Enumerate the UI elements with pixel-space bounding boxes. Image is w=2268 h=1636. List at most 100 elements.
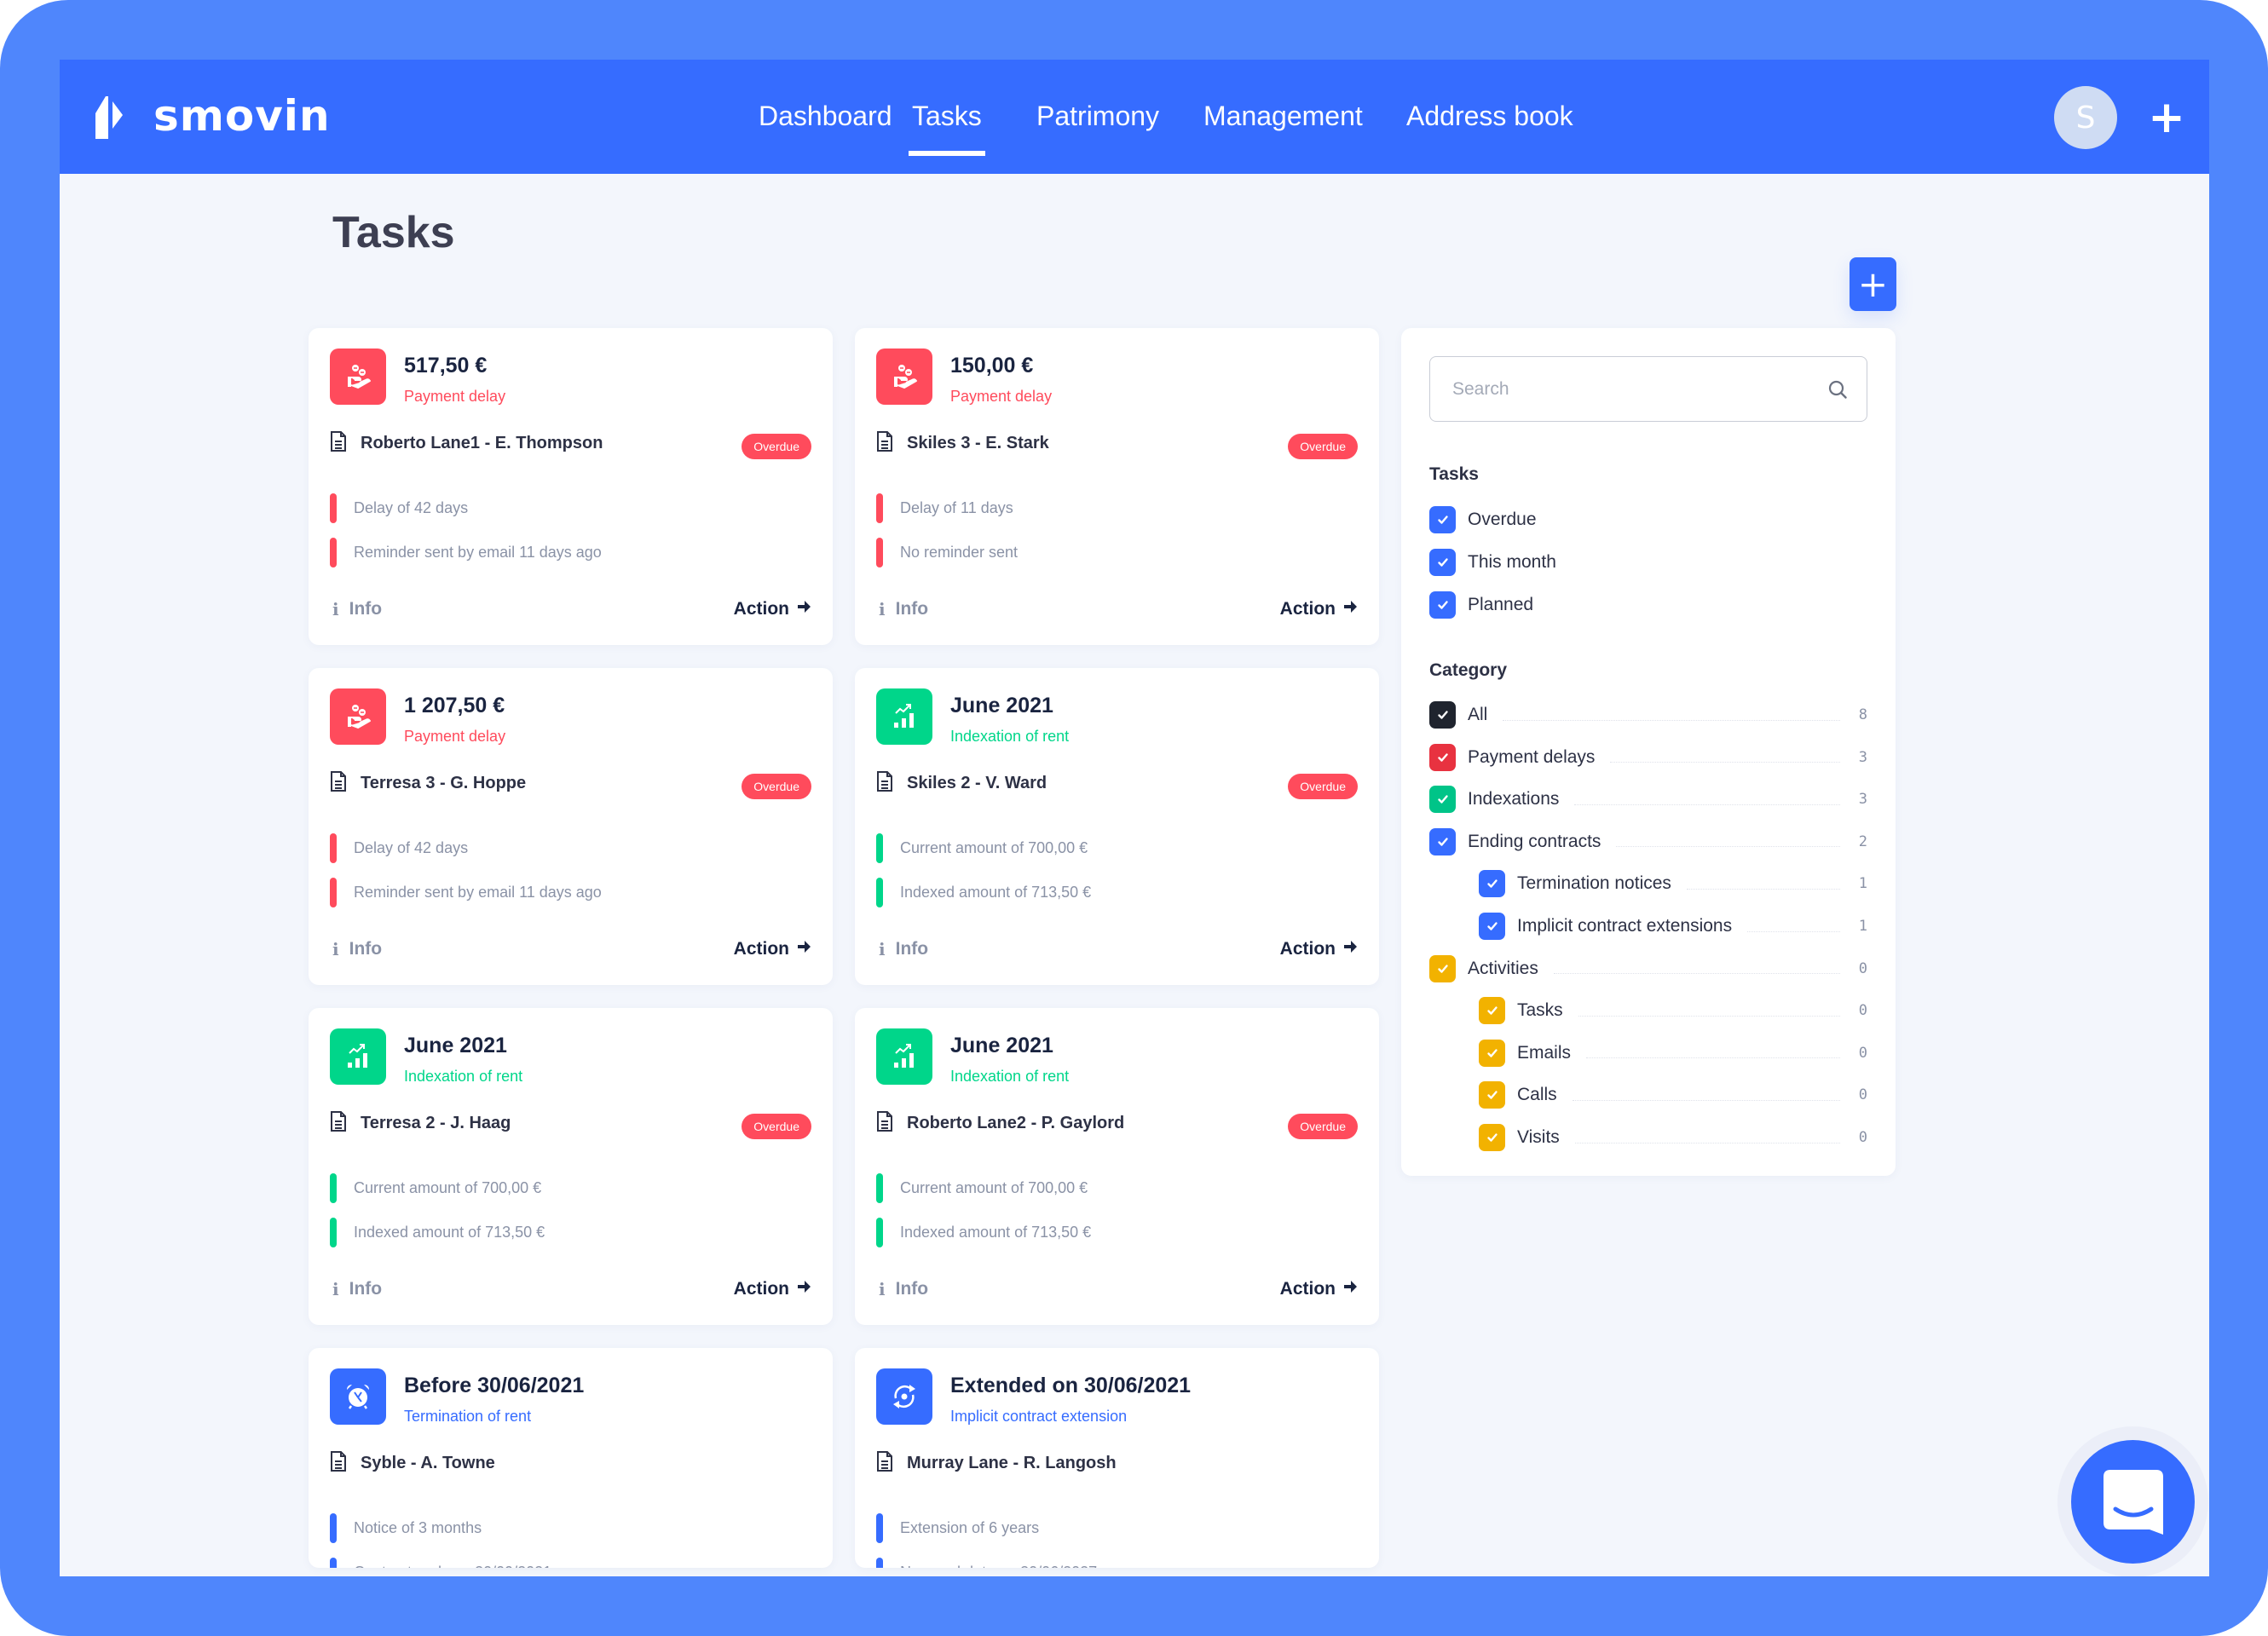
category-filter-option[interactable]: Ending contracts 2 (1429, 827, 1867, 856)
category-filter-option[interactable]: Termination notices 1 (1479, 869, 1867, 898)
category-filter-option[interactable]: All 8 (1429, 700, 1867, 729)
add-task-button[interactable]: + (1850, 257, 1896, 311)
task-card[interactable]: June 2021 Indexation of rent Skiles 2 - … (855, 668, 1379, 985)
detail-text: Reminder sent by email 11 days ago (354, 883, 602, 901)
card-detail: Current amount of 700,00 € (330, 1172, 541, 1203)
task-card[interactable]: 517,50 € Payment delay Roberto Lane1 - E… (309, 328, 833, 645)
category-filter-option[interactable]: Tasks 0 (1479, 996, 1867, 1025)
task-filter-option[interactable]: Planned (1429, 590, 1533, 619)
dotted-leader (1747, 930, 1840, 932)
task-filter-option[interactable]: This month (1429, 548, 1556, 577)
nav-item-dashboard[interactable]: Dashboard (759, 99, 892, 133)
arrow-right-icon (789, 599, 811, 619)
checkbox[interactable] (1429, 827, 1456, 855)
task-card[interactable]: June 2021 Indexation of rent Terresa 2 -… (309, 1008, 833, 1325)
detail-text: Current amount of 700,00 € (354, 1178, 542, 1196)
dotted-leader (1586, 1057, 1840, 1059)
detail-marker (876, 877, 883, 907)
category-filter-option[interactable]: Emails 0 (1479, 1039, 1867, 1068)
info-icon: i (332, 1279, 339, 1299)
card-property[interactable]: Roberto Lane2 - P. Gaylord (876, 1109, 1124, 1138)
card-detail: Indexed amount of 713,50 € (876, 877, 1091, 907)
action-button[interactable]: Action (1280, 939, 1358, 959)
nav-add-button[interactable]: + (2143, 94, 2190, 141)
category-filter-option[interactable]: Implicit contract extensions 1 (1479, 912, 1867, 941)
card-property[interactable]: Terresa 2 - J. Haag (330, 1109, 511, 1138)
arrow-right-icon (1336, 599, 1358, 619)
checkbox[interactable] (1479, 1124, 1505, 1151)
info-button[interactable]: i Info (879, 939, 928, 959)
task-card[interactable]: Before 30/06/2021 Termination of rent Sy… (309, 1348, 833, 1568)
status-badge: Overdue (742, 1114, 811, 1139)
action-button[interactable]: Action (1280, 599, 1358, 619)
info-label: Info (349, 939, 383, 959)
search-box (1429, 356, 1867, 422)
detail-text: New end date on 30/06/2027 (900, 1564, 1097, 1569)
card-detail: Indexed amount of 713,50 € (876, 1217, 1091, 1247)
info-icon: i (879, 1279, 886, 1299)
task-card[interactable]: 150,00 € Payment delay Skiles 3 - E. Sta… (855, 328, 1379, 645)
filter-count: 0 (1858, 1129, 1867, 1146)
checkbox[interactable] (1479, 997, 1505, 1025)
info-button[interactable]: i Info (332, 1279, 382, 1299)
checkbox[interactable] (1479, 913, 1505, 940)
document-icon (876, 770, 893, 796)
card-category: Indexation of rent (950, 1068, 1070, 1085)
checkbox[interactable] (1429, 954, 1456, 982)
action-button[interactable]: Action (1280, 1279, 1358, 1299)
status-badge: Overdue (742, 774, 811, 799)
nav-item-tasks[interactable]: Tasks (909, 99, 985, 156)
info-button[interactable]: i Info (332, 599, 382, 619)
checkbox[interactable] (1429, 549, 1456, 576)
card-property[interactable]: Skiles 3 - E. Stark (876, 429, 1049, 458)
detail-text: Indexed amount of 713,50 € (354, 1223, 545, 1241)
card-property[interactable]: Skiles 2 - V. Ward (876, 769, 1047, 798)
checkbox[interactable] (1429, 701, 1456, 729)
card-detail: Delay of 42 days (330, 493, 468, 523)
filter-count: 0 (1858, 1086, 1867, 1104)
card-property[interactable]: Terresa 3 - G. Hoppe (330, 769, 526, 798)
category-filter-title: Category (1429, 660, 1508, 680)
detail-marker (330, 832, 337, 863)
action-button[interactable]: Action (734, 1279, 811, 1299)
filter-label: Calls (1517, 1085, 1557, 1105)
action-button[interactable]: Action (734, 599, 811, 619)
card-property[interactable]: Murray Lane - R. Langosh (876, 1449, 1117, 1478)
checkbox[interactable] (1429, 506, 1456, 533)
task-card[interactable]: 1 207,50 € Payment delay Terresa 3 - G. … (309, 668, 833, 985)
task-filter-option[interactable]: Overdue (1429, 505, 1537, 534)
info-button[interactable]: i Info (879, 599, 928, 619)
nav-item-management[interactable]: Management (1203, 99, 1363, 133)
detail-text: Indexed amount of 713,50 € (900, 883, 1092, 901)
checkbox[interactable] (1479, 1081, 1505, 1109)
search-icon[interactable] (1827, 379, 1848, 400)
checkbox[interactable] (1479, 1039, 1505, 1067)
checkbox[interactable] (1429, 591, 1456, 619)
category-filter-option[interactable]: Calls 0 (1479, 1080, 1867, 1109)
task-card[interactable]: Extended on 30/06/2021 Implicit contract… (855, 1348, 1379, 1568)
category-filter-option[interactable]: Indexations 3 (1429, 785, 1867, 814)
card-property[interactable]: Roberto Lane1 - E. Thompson (330, 429, 603, 458)
card-property[interactable]: Syble - A. Towne (330, 1449, 495, 1478)
info-button[interactable]: i Info (332, 939, 382, 959)
checkbox[interactable] (1479, 870, 1505, 898)
card-detail: Current amount of 700,00 € (876, 1172, 1088, 1203)
detail-marker (330, 537, 337, 567)
nav-item-patrimony[interactable]: Patrimony (1036, 99, 1159, 133)
info-button[interactable]: i Info (879, 1279, 928, 1299)
chat-widget-button[interactable] (2071, 1440, 2195, 1564)
checkbox[interactable] (1429, 743, 1456, 771)
category-filter-option[interactable]: Visits 0 (1479, 1123, 1867, 1152)
search-input[interactable] (1430, 357, 1867, 421)
filter-count: 2 (1858, 832, 1867, 850)
status-badge: Overdue (1288, 774, 1358, 799)
task-card[interactable]: June 2021 Indexation of rent Roberto Lan… (855, 1008, 1379, 1325)
category-filter-option[interactable]: Payment delays 3 (1429, 743, 1867, 772)
dotted-leader (1578, 1015, 1840, 1017)
card-detail: Extension of 6 years (876, 1512, 1039, 1543)
user-avatar[interactable]: S (2054, 86, 2117, 149)
action-button[interactable]: Action (734, 939, 811, 959)
checkbox[interactable] (1429, 786, 1456, 814)
nav-item-address-book[interactable]: Address book (1406, 99, 1573, 133)
category-filter-option[interactable]: Activities 0 (1429, 954, 1867, 983)
